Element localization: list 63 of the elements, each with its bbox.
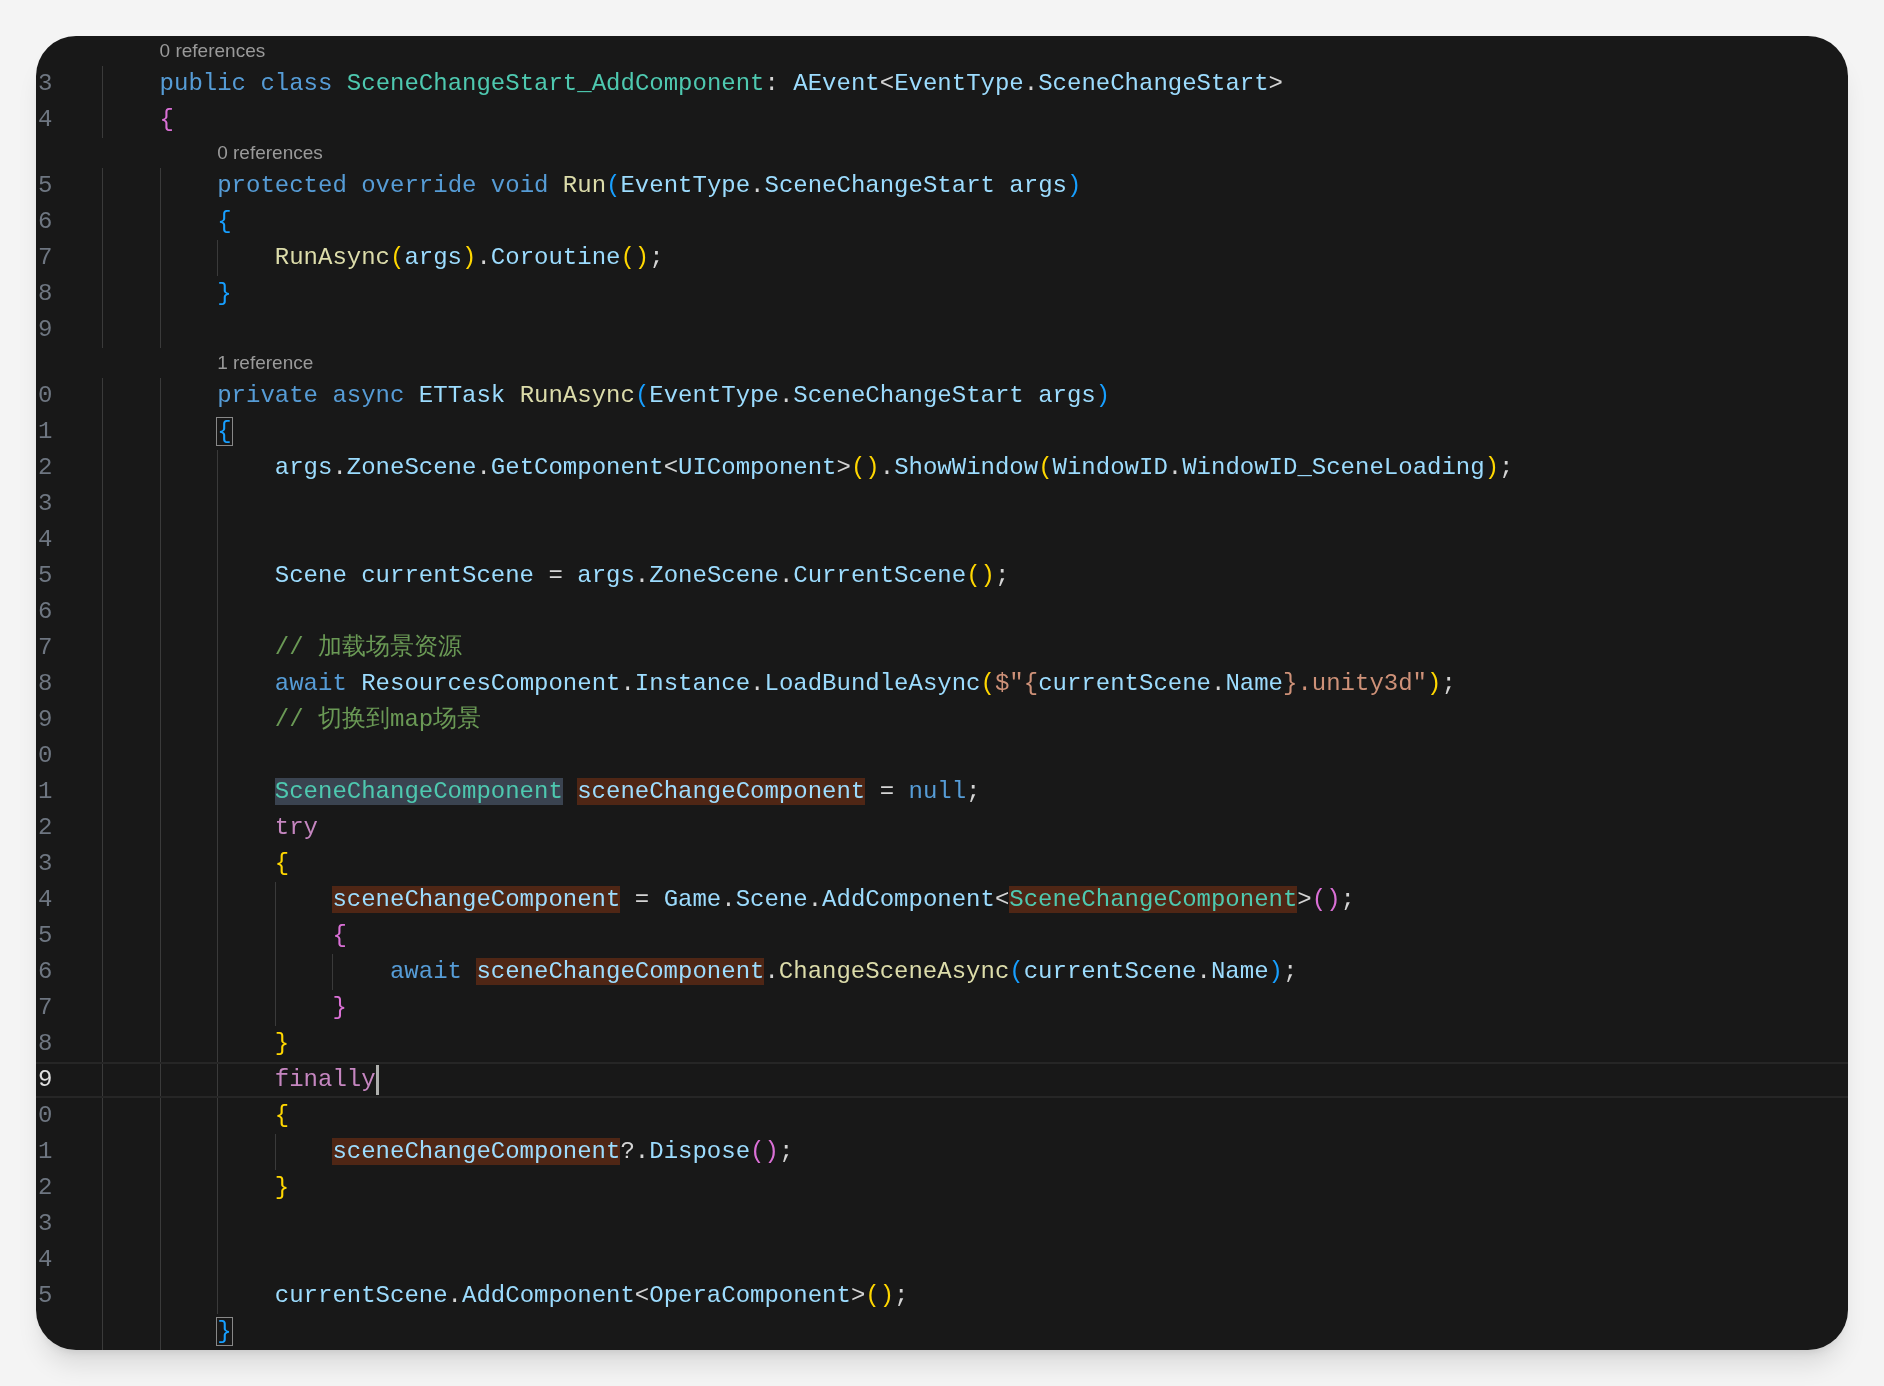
line-number: 5 (38, 921, 53, 951)
line-number: 9 (38, 315, 53, 345)
line-number: 1 (38, 1137, 53, 1167)
line-number: 6 (38, 957, 53, 987)
line-number: 7 (38, 243, 53, 273)
line-number: 2 (38, 453, 53, 483)
code-line: } (274, 1029, 290, 1059)
code-line: currentScene.AddComponent<OperaComponent>(); (274, 1281, 909, 1311)
line-number: 4 (38, 105, 53, 135)
line-number: 7 (38, 993, 53, 1023)
line-number: 8 (38, 1029, 53, 1059)
code-line: } (217, 1317, 232, 1347)
line-number: 3 (38, 1209, 53, 1239)
code-line: public class SceneChangeStart_AddComponent: AEvent<EventType.SceneChangeStart> (159, 69, 1283, 99)
line-number: 0 (38, 741, 53, 771)
code-line: { (274, 1101, 290, 1131)
code-line: RunAsync(args).Coroutine(); (274, 243, 664, 273)
line-number: 5 (38, 561, 53, 591)
code-line: SceneChangeComponent sceneChangeComponent = null; (274, 777, 981, 807)
line-number: 6 (38, 207, 53, 237)
code-line: protected override void Run(EventType.SceneChangeStart args) (217, 171, 1082, 201)
code-line: } (274, 1173, 290, 1203)
line-number: 6 (38, 597, 53, 627)
code-line: sceneChangeComponent = Game.Scene.AddComponent<SceneChangeComponent>(); (332, 885, 1355, 915)
code-line: private async ETTask RunAsync(EventType.SceneChangeStart args) (217, 381, 1111, 411)
text-cursor (375, 1065, 379, 1095)
code-line: { (332, 921, 347, 951)
line-number: 2 (38, 813, 53, 843)
line-number: 8 (38, 669, 53, 699)
line-number: 1 (38, 777, 53, 807)
line-number: 7 (38, 633, 53, 663)
code-line: // 切换到map场景 (274, 705, 482, 735)
line-number: 8 (38, 279, 53, 309)
line-number: 0 (38, 1101, 53, 1131)
line-number: 5 (38, 171, 53, 201)
code-line: args.ZoneScene.GetComponent<UIComponent>().ShowWindow(WindowID.WindowID_SceneLoading); (274, 453, 1514, 483)
line-number: 3 (38, 69, 53, 99)
code-line: Scene currentScene = args.ZoneScene.CurrentScene(); (274, 561, 1010, 591)
code-line: } (217, 279, 232, 309)
code-line: try (274, 813, 318, 843)
code-line: { (217, 207, 232, 237)
line-number: 2 (38, 1173, 53, 1203)
reference-count-link[interactable]: 0 references (217, 138, 323, 168)
code-line: finally (274, 1065, 376, 1095)
line-number: 1 (38, 417, 53, 447)
line-number: 4 (38, 885, 53, 915)
code-line: await ResourcesComponent.Instance.LoadBundleAsync($"{currentScene.Name}.unity3d"); (274, 669, 1456, 699)
code-line: { (274, 849, 290, 879)
line-number: 3 (38, 849, 53, 879)
code-line: // 加载场景资源 (274, 633, 462, 663)
reference-count-link[interactable]: 1 reference (217, 348, 314, 378)
code-line: { (159, 105, 174, 135)
line-number: 9 (38, 1065, 53, 1095)
code-line: { (217, 417, 232, 447)
line-number: 0 (38, 381, 53, 411)
line-number: 4 (38, 525, 53, 555)
line-number: 4 (38, 1245, 53, 1275)
code-line: } (332, 993, 347, 1023)
code-line: await sceneChangeComponent.ChangeSceneAsync(currentScene.Name); (389, 957, 1298, 987)
reference-count-link[interactable]: 0 references (159, 36, 266, 66)
line-number: 9 (38, 705, 53, 735)
line-number: 5 (38, 1281, 53, 1311)
line-number: 3 (38, 489, 53, 519)
